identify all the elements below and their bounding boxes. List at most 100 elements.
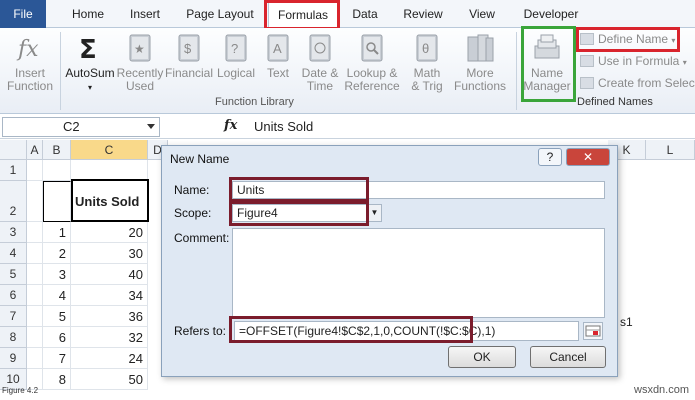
tab-home[interactable]: Home [62, 0, 114, 28]
sigma-icon: Σ [79, 35, 97, 64]
tab-data[interactable]: Data [345, 0, 385, 28]
cell-a3[interactable] [27, 222, 43, 243]
tab-file[interactable]: File [0, 0, 46, 28]
function-library-group-label: Function Library [215, 96, 294, 108]
fx-button[interactable]: fx [224, 118, 237, 133]
comment-textarea[interactable] [232, 228, 605, 318]
row-header-2[interactable]: 2 [0, 181, 27, 222]
cell-b8[interactable]: 6 [43, 327, 71, 348]
more-functions-label2: Functions [453, 79, 507, 93]
cell-c8[interactable]: 32 [71, 327, 148, 348]
cell-b4[interactable]: 2 [43, 243, 71, 264]
create-from-selection-button[interactable]: Create from Selection [580, 74, 695, 92]
define-name-highlight [576, 27, 680, 52]
create-from-selection-icon [580, 77, 594, 89]
cell-b9[interactable]: 7 [43, 348, 71, 369]
more-functions-label1: More [466, 66, 494, 80]
cell-b3[interactable]: 1 [43, 222, 71, 243]
row-header-3[interactable]: 3 [0, 222, 27, 243]
date-time-button[interactable]: Date & Time [298, 32, 342, 93]
lookup-reference-button[interactable]: Lookup & Reference [342, 32, 402, 93]
row-header-1[interactable]: 1 [0, 160, 27, 181]
insert-function-button[interactable]: fx Insert Function [4, 32, 56, 93]
cell-c3[interactable]: 20 [71, 222, 148, 243]
date-time-label2: Time [306, 79, 334, 93]
name-field-highlight [229, 177, 369, 202]
book-question-icon: ? [225, 34, 247, 62]
use-in-formula-icon [580, 55, 594, 67]
row-header-7[interactable]: 7 [0, 306, 27, 327]
book-a-icon: A [267, 34, 289, 62]
cell-b1[interactable] [43, 160, 71, 181]
insert-function-label2: Function [6, 79, 54, 93]
row-header-8[interactable]: 8 [0, 327, 27, 348]
help-button[interactable]: ? [538, 148, 562, 166]
cell-c1[interactable] [71, 160, 148, 181]
close-button[interactable]: ✕ [566, 148, 610, 166]
scope-dropdown-icon[interactable]: ▼ [367, 205, 381, 221]
cell-a1[interactable] [27, 160, 43, 181]
cell-b10[interactable]: 8 [43, 369, 71, 390]
cell-b2[interactable] [43, 181, 71, 222]
lookup-reference-label1: Lookup & [346, 66, 398, 80]
name-label: Name: [174, 183, 210, 197]
cell-c9[interactable]: 24 [71, 348, 148, 369]
cell-a8[interactable] [27, 327, 43, 348]
row-header-5[interactable]: 5 [0, 264, 27, 285]
cell-c6[interactable]: 34 [71, 285, 148, 306]
column-header-l[interactable]: L [646, 140, 695, 160]
use-in-formula-button[interactable]: Use in Formula ▾ [580, 52, 687, 70]
cell-b7[interactable]: 5 [43, 306, 71, 327]
use-in-formula-label: Use in Formula [598, 54, 680, 68]
select-all-corner[interactable] [0, 140, 27, 160]
figure-caption: Figure 4.2 [2, 386, 39, 395]
cell-a2[interactable] [27, 181, 43, 222]
cell-a6[interactable] [27, 285, 43, 306]
collapse-dialog-icon[interactable] [583, 322, 603, 340]
tab-insert[interactable]: Insert [120, 0, 170, 28]
name-box-dropdown-icon[interactable] [147, 124, 155, 129]
cell-b5[interactable]: 3 [43, 264, 71, 285]
recently-used-button[interactable]: ★ Recently Used [116, 32, 164, 93]
tab-review[interactable]: Review [398, 0, 448, 28]
column-header-a[interactable]: A [27, 140, 43, 160]
formula-input[interactable]: Units Sold [254, 119, 313, 134]
tab-developer[interactable]: Developer [516, 0, 586, 28]
cell-a5[interactable] [27, 264, 43, 285]
cell-c4[interactable]: 30 [71, 243, 148, 264]
svg-text:fx: fx [16, 37, 39, 62]
cancel-button[interactable]: Cancel [530, 346, 606, 368]
cell-c7[interactable]: 36 [71, 306, 148, 327]
name-box-value: C2 [63, 119, 80, 134]
cell-c2-selected[interactable]: Units Sold [71, 179, 149, 222]
book-dollar-icon: $ [178, 34, 200, 62]
logical-button[interactable]: ? Logical [214, 32, 258, 80]
lookup-reference-label2: Reference [344, 79, 400, 93]
row-header-6[interactable]: 6 [0, 285, 27, 306]
tab-view[interactable]: View [462, 0, 502, 28]
cell-b6[interactable]: 4 [43, 285, 71, 306]
more-functions-button[interactable]: More Functions [450, 32, 510, 93]
autosum-button[interactable]: Σ AutoSum ▾ [64, 32, 116, 94]
tab-page-layout[interactable]: Page Layout [180, 0, 260, 28]
create-from-selection-label: Create from Selection [598, 76, 695, 90]
cell-c10[interactable]: 50 [71, 369, 148, 390]
name-box[interactable]: C2 [2, 117, 160, 137]
financial-button[interactable]: $ Financial [164, 32, 214, 80]
column-header-b[interactable]: B [43, 140, 71, 160]
column-header-c[interactable]: C [71, 140, 148, 160]
cell-a9[interactable] [27, 348, 43, 369]
cell-a4[interactable] [27, 243, 43, 264]
defined-names-group-label: Defined Names [577, 96, 653, 108]
ok-button[interactable]: OK [448, 346, 516, 368]
refers-to-label: Refers to: [174, 324, 227, 338]
formula-bar: C2 fx Units Sold [0, 115, 695, 139]
dialog-title: New Name [170, 152, 230, 166]
text-button[interactable]: A Text [258, 32, 298, 80]
row-header-4[interactable]: 4 [0, 243, 27, 264]
cell-c5[interactable]: 40 [71, 264, 148, 285]
financial-label: Financial [164, 66, 214, 80]
math-trig-button[interactable]: θ Math & Trig [402, 32, 452, 93]
row-header-9[interactable]: 9 [0, 348, 27, 369]
cell-a7[interactable] [27, 306, 43, 327]
